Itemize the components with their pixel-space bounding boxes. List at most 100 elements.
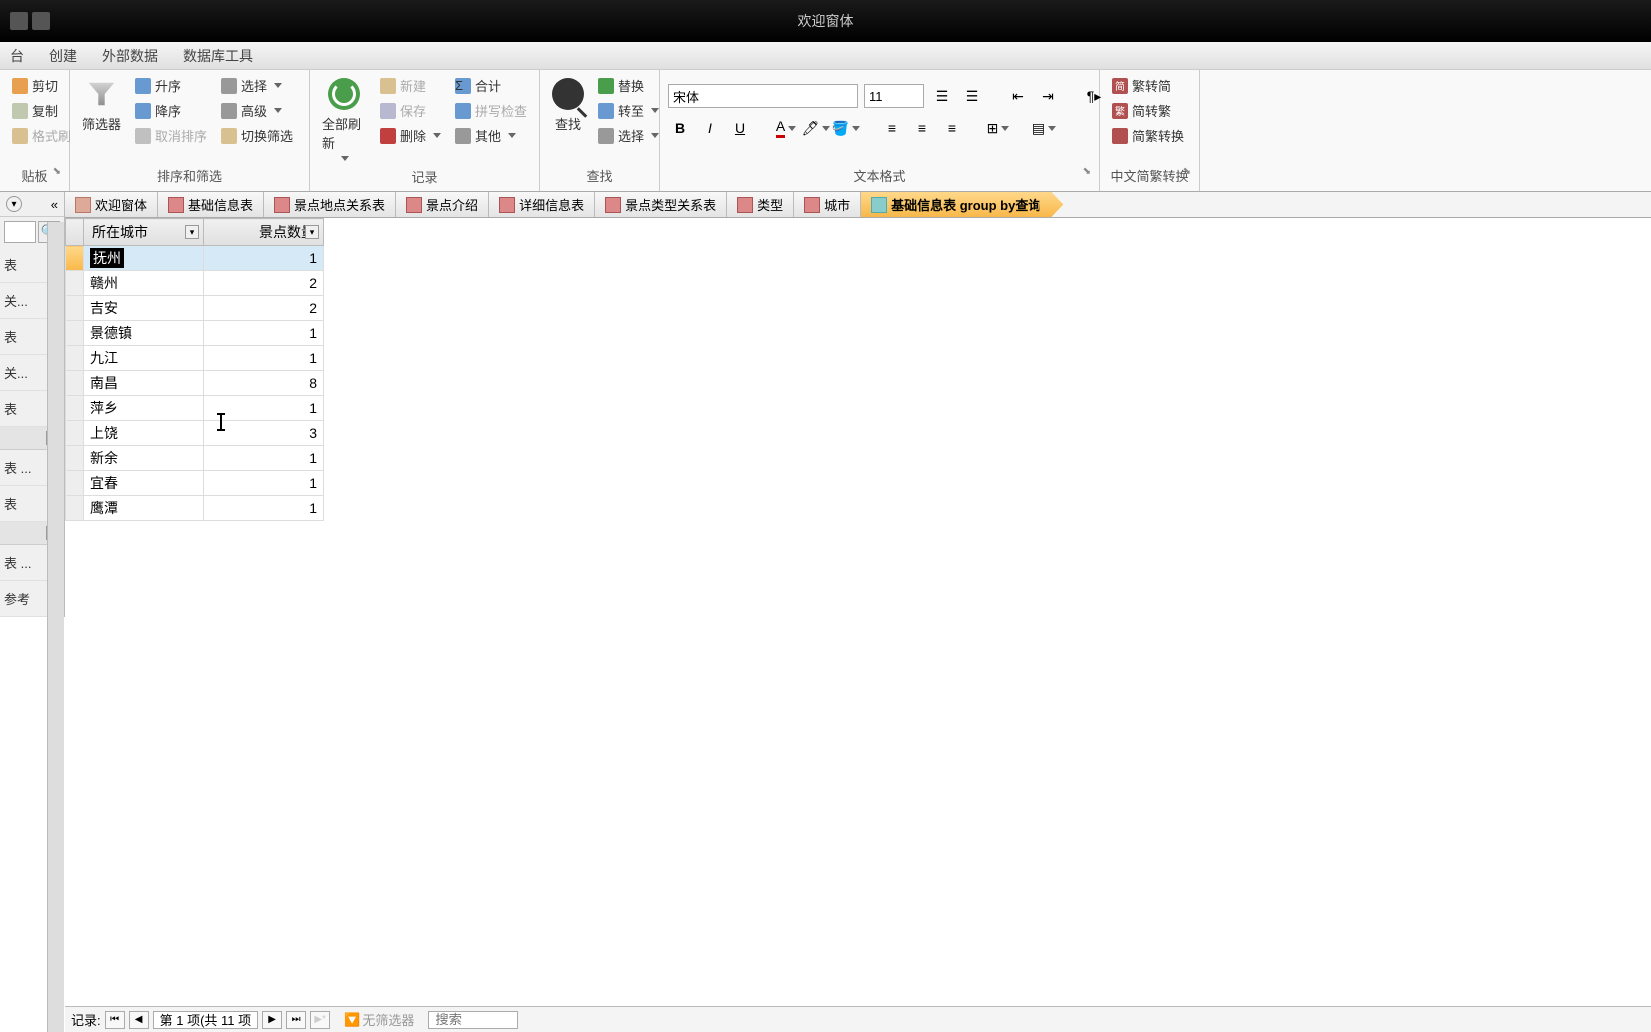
simp-to-trad-button[interactable]: 繁简转繁 — [1108, 99, 1188, 122]
selection-button[interactable]: 选择 — [217, 74, 297, 97]
cell-count[interactable]: 1 — [204, 496, 324, 521]
collapse-icon[interactable]: ⌃ — [46, 431, 60, 445]
tab-景点地点关系表[interactable]: 景点地点关系表 — [264, 192, 396, 217]
cell-city[interactable]: 上饶 — [84, 421, 204, 446]
row-selector[interactable] — [66, 271, 84, 296]
column-header-count[interactable]: 景点数量▾ — [204, 219, 324, 246]
save-record-button[interactable]: 保存 — [376, 99, 445, 122]
replace-button[interactable]: 替换 — [594, 74, 663, 97]
cell-count[interactable]: 1 — [204, 346, 324, 371]
tab-类型[interactable]: 类型 — [727, 192, 794, 217]
goto-button[interactable]: 转至 — [594, 99, 663, 122]
align-right-button[interactable]: ≡ — [940, 116, 964, 140]
copy-button[interactable]: 复制 — [8, 99, 75, 122]
convert-button[interactable]: 简繁转换 — [1108, 124, 1188, 147]
tab-景点介绍[interactable]: 景点介绍 — [396, 192, 489, 217]
table-row[interactable]: 九江1 — [66, 346, 324, 371]
align-center-button[interactable]: ≡ — [910, 116, 934, 140]
chevron-down-icon[interactable]: ▾ — [185, 225, 199, 239]
collapse-icon[interactable]: ⌃ — [46, 526, 60, 540]
row-selector[interactable] — [66, 371, 84, 396]
nav-item[interactable]: 关... — [0, 283, 64, 319]
cell-count[interactable]: 1 — [204, 321, 324, 346]
cell-city[interactable]: 宜春 — [84, 471, 204, 496]
font-size-select[interactable] — [864, 84, 924, 108]
cell-city[interactable]: 九江 — [84, 346, 204, 371]
align-left-button[interactable]: ≡ — [880, 116, 904, 140]
record-position[interactable]: 第 1 项(共 11 项 — [153, 1011, 259, 1029]
nav-dropdown-icon[interactable]: ▾ — [6, 196, 22, 212]
table-row[interactable]: 宜春1 — [66, 471, 324, 496]
cell-count[interactable]: 1 — [204, 246, 324, 271]
datasheet[interactable]: 所在城市▾ 景点数量▾ 抚州1赣州2吉安2景德镇1九江1南昌8萍乡1上饶3新余1… — [65, 218, 1651, 1006]
cell-city[interactable]: 萍乡 — [84, 396, 204, 421]
menu-create[interactable]: 创建 — [49, 46, 77, 66]
cut-button[interactable]: 剪切 — [8, 74, 75, 97]
first-record-button[interactable]: ⏮ — [105, 1011, 125, 1029]
menu-home[interactable]: 台 — [10, 46, 24, 66]
find-button[interactable]: 查找 — [548, 74, 588, 137]
tab-基础信息表[interactable]: 基础信息表 — [158, 192, 264, 217]
trad-to-simp-button[interactable]: 简繁转简 — [1108, 74, 1188, 97]
table-row[interactable]: 景德镇1 — [66, 321, 324, 346]
cell-city[interactable]: 鹰潭 — [84, 496, 204, 521]
nav-item[interactable]: 表 — [0, 247, 64, 283]
last-record-button[interactable]: ⏭ — [286, 1011, 306, 1029]
advanced-button[interactable]: 高级 — [217, 99, 297, 122]
cell-count[interactable]: 1 — [204, 471, 324, 496]
column-header-city[interactable]: 所在城市▾ — [84, 219, 204, 246]
table-row[interactable]: 萍乡1 — [66, 396, 324, 421]
row-selector[interactable] — [66, 421, 84, 446]
nav-item[interactable]: 关... — [0, 355, 64, 391]
nav-item[interactable]: 表 — [0, 486, 64, 522]
tab-基础信息表 group by查询[interactable]: 基础信息表 group by查询 — [861, 192, 1052, 217]
table-row[interactable]: 吉安2 — [66, 296, 324, 321]
cell-count[interactable]: 8 — [204, 371, 324, 396]
undo-icon[interactable] — [32, 12, 50, 30]
filter-button[interactable]: 筛选器 — [78, 74, 125, 137]
cell-city[interactable]: 吉安 — [84, 296, 204, 321]
sort-desc-button[interactable]: 降序 — [131, 99, 211, 122]
font-color-button[interactable]: A — [774, 116, 798, 140]
new-record-button[interactable]: 新建 — [376, 74, 445, 97]
save-icon[interactable] — [10, 12, 28, 30]
row-selector[interactable] — [66, 496, 84, 521]
dialog-launcher-icon[interactable]: ⬊ — [1183, 166, 1191, 177]
format-painter-button[interactable]: 格式刷 — [8, 124, 75, 147]
row-selector[interactable] — [66, 321, 84, 346]
alt-row-button[interactable]: ▤ — [1032, 116, 1056, 140]
cell-count[interactable]: 2 — [204, 296, 324, 321]
more-button[interactable]: 其他 — [451, 124, 531, 147]
bold-button[interactable]: B — [668, 116, 692, 140]
row-selector[interactable] — [66, 396, 84, 421]
highlight-button[interactable]: 🖊 — [804, 116, 828, 140]
totals-button[interactable]: Σ合计 — [451, 74, 531, 97]
table-row[interactable]: 抚州1 — [66, 246, 324, 271]
nav-item[interactable]: 表 ... — [0, 450, 64, 486]
italic-button[interactable]: I — [698, 116, 722, 140]
cell-city[interactable]: 赣州 — [84, 271, 204, 296]
nav-search-button[interactable]: 🔍 — [38, 221, 60, 243]
clear-sort-button[interactable]: 取消排序 — [131, 124, 211, 147]
nav-item[interactable]: 表 — [0, 319, 64, 355]
number-list-button[interactable]: ☰ — [960, 84, 984, 108]
chevron-down-icon[interactable]: ▾ — [305, 225, 319, 239]
font-name-select[interactable] — [668, 84, 858, 108]
row-selector[interactable] — [66, 446, 84, 471]
nav-item[interactable]: 表 ... — [0, 545, 64, 581]
select-button[interactable]: 选择 — [594, 124, 663, 147]
row-selector[interactable] — [66, 296, 84, 321]
sort-asc-button[interactable]: 升序 — [131, 74, 211, 97]
bullet-list-button[interactable]: ☰ — [930, 84, 954, 108]
increase-indent-button[interactable]: ⇥ — [1036, 84, 1060, 108]
tab-景点类型关系表[interactable]: 景点类型关系表 — [595, 192, 727, 217]
toggle-filter-button[interactable]: 切换筛选 — [217, 124, 297, 147]
spelling-button[interactable]: 拼写检查 — [451, 99, 531, 122]
row-selector[interactable] — [66, 346, 84, 371]
tab-城市[interactable]: 城市 — [794, 192, 861, 217]
cell-city[interactable]: 抚州 — [84, 246, 204, 271]
row-selector[interactable] — [66, 471, 84, 496]
nav-item[interactable]: 表 — [0, 391, 64, 427]
tab-详细信息表[interactable]: 详细信息表 — [489, 192, 595, 217]
cell-count[interactable]: 2 — [204, 271, 324, 296]
